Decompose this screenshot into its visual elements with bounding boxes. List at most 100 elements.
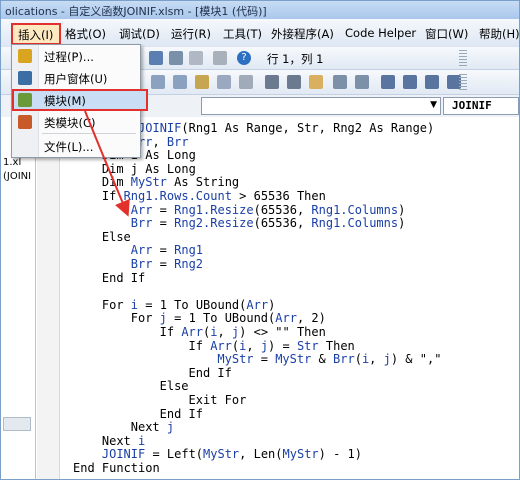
code-line[interactable]: If Rng1.Rows.Count > 65536 Then <box>102 189 326 203</box>
code-line[interactable]: For i = 1 To UBound(Arr) <box>102 298 275 312</box>
code-token: MyStr <box>275 352 312 367</box>
procedure-icon <box>18 49 32 63</box>
code-token: Dim <box>101 175 131 190</box>
code-token: , Len( <box>239 447 283 462</box>
code-line[interactable]: MyStr = MyStr & Brr(i, j) & "," <box>217 352 441 366</box>
project-item[interactable]: 1.xl <box>3 157 21 168</box>
bookmark-icon[interactable] <box>381 75 395 89</box>
menu-item-label: 过程(P)... <box>44 50 94 64</box>
complete-word-icon[interactable] <box>239 75 253 89</box>
code-line[interactable]: Else <box>160 379 189 393</box>
chevron-down-icon: ▼ <box>430 100 437 110</box>
code-token: , <box>152 134 167 149</box>
menu-item-module[interactable]: 模块(M) <box>12 89 148 111</box>
toolbar-grip-2[interactable] <box>459 74 467 90</box>
code-token: If <box>101 189 124 203</box>
code-line[interactable]: Dim j As Long <box>102 162 196 176</box>
code-line[interactable]: Dim MyStr As String <box>102 175 239 189</box>
code-line[interactable]: Next j <box>131 420 174 434</box>
menu-separator <box>42 133 136 134</box>
code-token: ) = <box>268 338 297 353</box>
menu-item-file[interactable]: 文件(L)... <box>12 135 140 157</box>
menu-item-label: 模块(M) <box>44 94 86 108</box>
code-line[interactable]: End If <box>102 271 145 285</box>
code-token: j <box>166 420 175 435</box>
quick-info-icon[interactable] <box>195 75 209 89</box>
code-line[interactable]: If Arr(i, j) <> "" Then <box>160 325 326 339</box>
code-token: Rng2 <box>174 257 204 271</box>
menu-addins[interactable]: 外接程序(A) <box>271 26 334 42</box>
code-token: If <box>188 338 211 353</box>
code-line[interactable]: JOINIF = Left(MyStr, Len(MyStr) - 1) <box>102 447 362 461</box>
previous-bookmark-icon[interactable] <box>425 75 439 89</box>
toolbox-icon[interactable] <box>169 51 183 65</box>
menu-format[interactable]: 格式(O) <box>65 26 106 42</box>
object-combo[interactable]: ▼ <box>201 97 441 115</box>
project-item-2[interactable]: (JOINI <box>3 171 31 182</box>
list-properties-icon[interactable] <box>151 75 165 89</box>
code-line[interactable]: End Function <box>73 461 160 475</box>
insert-menu-dropdown: 过程(P)... 用户窗体(U) 模块(M) 类模块(C) 文件(L)... <box>11 44 148 158</box>
menu-code-helper[interactable]: Code Helper <box>345 26 416 40</box>
module-icon <box>18 93 32 107</box>
toolbar-grip[interactable] <box>459 50 467 66</box>
code-token: Then <box>318 338 355 353</box>
indent-icon[interactable] <box>265 75 279 89</box>
code-token: Rng2.Resize <box>174 216 254 231</box>
menu-help[interactable]: 帮助(H) <box>479 26 519 42</box>
code-token: MyStr <box>203 447 240 462</box>
parameter-info-icon[interactable] <box>217 75 231 89</box>
code-token: > 65536 Then <box>231 189 326 203</box>
project-pane: 1.xl (JOINI <box>1 117 36 479</box>
code-token: Else <box>159 379 189 394</box>
code-line[interactable]: Brr = Rng2 <box>131 257 203 271</box>
code-line[interactable]: Arr = Rng1.Resize(65536, Rng1.Columns) <box>131 203 406 217</box>
code-line[interactable]: For j = 1 To UBound(Arr, 2) <box>131 311 326 325</box>
menu-run[interactable]: 运行(R) <box>171 26 211 42</box>
code-token: = <box>152 202 175 217</box>
menu-item-userform[interactable]: 用户窗体(U) <box>12 67 140 89</box>
menu-item-label: 用户窗体(U) <box>44 72 108 86</box>
outdent-icon[interactable] <box>287 75 301 89</box>
pane-scrollbar[interactable] <box>3 417 31 431</box>
menu-window[interactable]: 窗口(W) <box>425 26 468 42</box>
code-line[interactable]: Exit For <box>189 393 247 407</box>
code-line[interactable]: Next i <box>102 434 145 448</box>
code-line[interactable]: End If <box>160 407 203 421</box>
menu-debug[interactable]: 调试(D) <box>119 26 160 42</box>
code-line[interactable]: End If <box>189 366 232 380</box>
procedure-combo-value: JOINIF <box>452 99 492 112</box>
code-line[interactable]: Brr = Rng2.Resize(65536, Rng1.Columns) <box>131 216 406 230</box>
code-token: = <box>152 243 175 258</box>
help-icon[interactable]: ? <box>237 51 251 65</box>
code-token: = <box>253 352 276 367</box>
code-line[interactable]: Arr = Rng1 <box>131 243 203 257</box>
code-line[interactable]: Else <box>102 230 131 244</box>
userform-icon <box>18 71 32 85</box>
object-browser-icon[interactable] <box>149 51 163 65</box>
procedure-combo[interactable]: JOINIF <box>443 97 519 115</box>
menu-tools[interactable]: 工具(T) <box>223 26 262 42</box>
code-token: End If <box>188 365 232 380</box>
menu-item-procedure[interactable]: 过程(P)... <box>12 45 140 67</box>
code-token: ) - 1) <box>318 447 362 462</box>
uncomment-block-icon[interactable] <box>355 75 369 89</box>
code-token: = 1 To UBound( <box>138 297 247 312</box>
list-constants-icon[interactable] <box>173 75 187 89</box>
tools-icon[interactable] <box>213 51 227 65</box>
code-token: i <box>130 297 139 312</box>
code-token: If <box>159 325 182 339</box>
menu-insert[interactable]: 插入(I) <box>11 23 61 45</box>
code-token: Arr <box>210 338 232 353</box>
properties-icon[interactable] <box>189 51 203 65</box>
code-token: = Left( <box>145 447 204 462</box>
next-bookmark-icon[interactable] <box>403 75 417 89</box>
code-token: Rng1.Columns <box>311 216 399 231</box>
code-token: , <box>217 325 232 339</box>
menu-item-class-module[interactable]: 类模块(C) <box>12 111 140 133</box>
comment-block-icon[interactable] <box>333 75 347 89</box>
code-editor[interactable]: Function JOINIF(Rng1 As Range, Str, Rng2… <box>37 117 519 479</box>
toggle-breakpoint-icon[interactable] <box>309 75 323 89</box>
code-line[interactable]: If Arr(i, j) = Str Then <box>189 339 355 353</box>
code-token: MyStr <box>282 447 319 462</box>
